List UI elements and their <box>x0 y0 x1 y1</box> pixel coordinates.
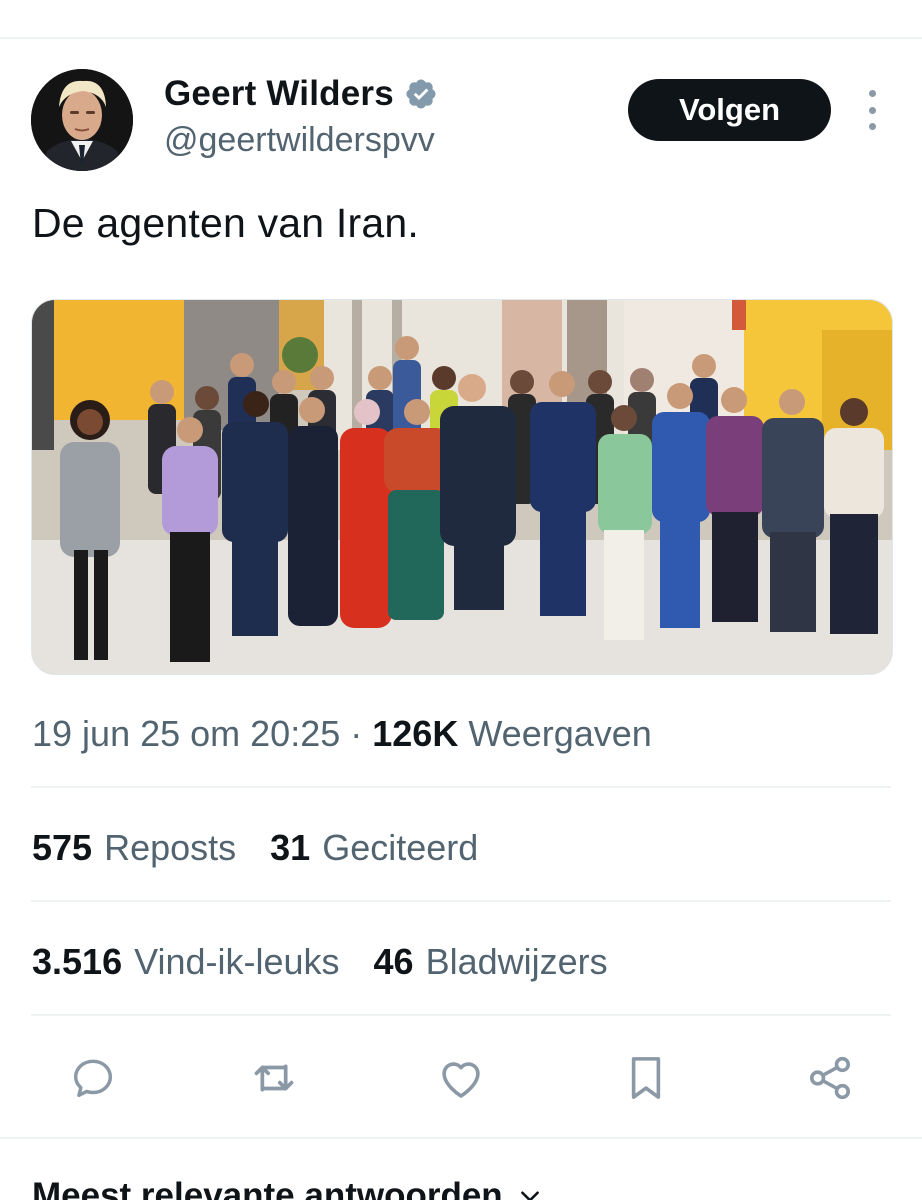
likes-count: 3.516 <box>32 941 123 982</box>
bookmarks-stat[interactable]: 46 Bladwijzers <box>374 941 608 983</box>
replies-sort-selector[interactable]: Meest relevante antwoorden <box>32 1176 543 1200</box>
bookmarks-count: 46 <box>373 941 414 982</box>
follow-button[interactable]: Volgen <box>628 79 831 141</box>
author-name[interactable]: Geert Wilders <box>164 74 438 114</box>
more-options-icon[interactable] <box>858 90 886 130</box>
views-count: 126K <box>372 713 459 754</box>
reply-icon[interactable] <box>65 1050 121 1106</box>
reposts-count: 575 <box>32 827 93 868</box>
reposts-stat[interactable]: 575 Reposts <box>32 827 236 869</box>
tweet-meta: 19 jun 25 om 20:25 · 126K Weergaven <box>32 713 652 755</box>
repost-icon[interactable] <box>246 1050 302 1106</box>
tweet-text: De agenten van Iran. <box>32 200 419 246</box>
like-icon[interactable] <box>433 1050 489 1106</box>
stats-row-reposts: 575 Reposts 31 Geciteerd <box>32 827 478 869</box>
tweet-detail-screen: Geert Wilders @geertwilderspvv Volgen De… <box>0 0 922 1200</box>
views-label: Weergaven <box>468 713 652 754</box>
likes-label: Vind-ik-leuks <box>134 941 340 982</box>
share-icon[interactable] <box>802 1050 858 1106</box>
author-avatar[interactable] <box>31 69 133 171</box>
quotes-count: 31 <box>270 827 311 868</box>
more-dot <box>868 90 876 97</box>
timestamp[interactable]: 19 jun 25 om 20:25 <box>32 713 340 754</box>
author-handle[interactable]: @geertwilderspvv <box>164 121 435 160</box>
bookmark-icon[interactable] <box>618 1050 674 1106</box>
quotes-stat[interactable]: 31 Geciteerd <box>270 827 478 869</box>
likes-stat[interactable]: 3.516 Vind-ik-leuks <box>32 941 340 983</box>
divider <box>31 786 891 788</box>
divider <box>0 1137 922 1139</box>
chevron-down-icon <box>520 1191 539 1200</box>
more-dot <box>868 106 876 114</box>
meta-separator: · <box>350 713 363 754</box>
divider <box>31 900 891 902</box>
bookmarks-label: Bladwijzers <box>425 941 608 982</box>
more-dot <box>868 123 876 130</box>
quotes-label: Geciteerd <box>322 827 479 868</box>
verified-badge-icon <box>406 79 436 109</box>
tweet-photo[interactable] <box>31 299 893 675</box>
replies-sort-label: Meest relevante antwoorden <box>32 1176 503 1200</box>
author-name-text[interactable]: Geert Wilders <box>164 74 394 114</box>
divider <box>31 1014 891 1016</box>
stats-row-likes: 3.516 Vind-ik-leuks 46 Bladwijzers <box>32 941 608 983</box>
reposts-label: Reposts <box>104 827 237 868</box>
top-divider <box>0 37 922 39</box>
